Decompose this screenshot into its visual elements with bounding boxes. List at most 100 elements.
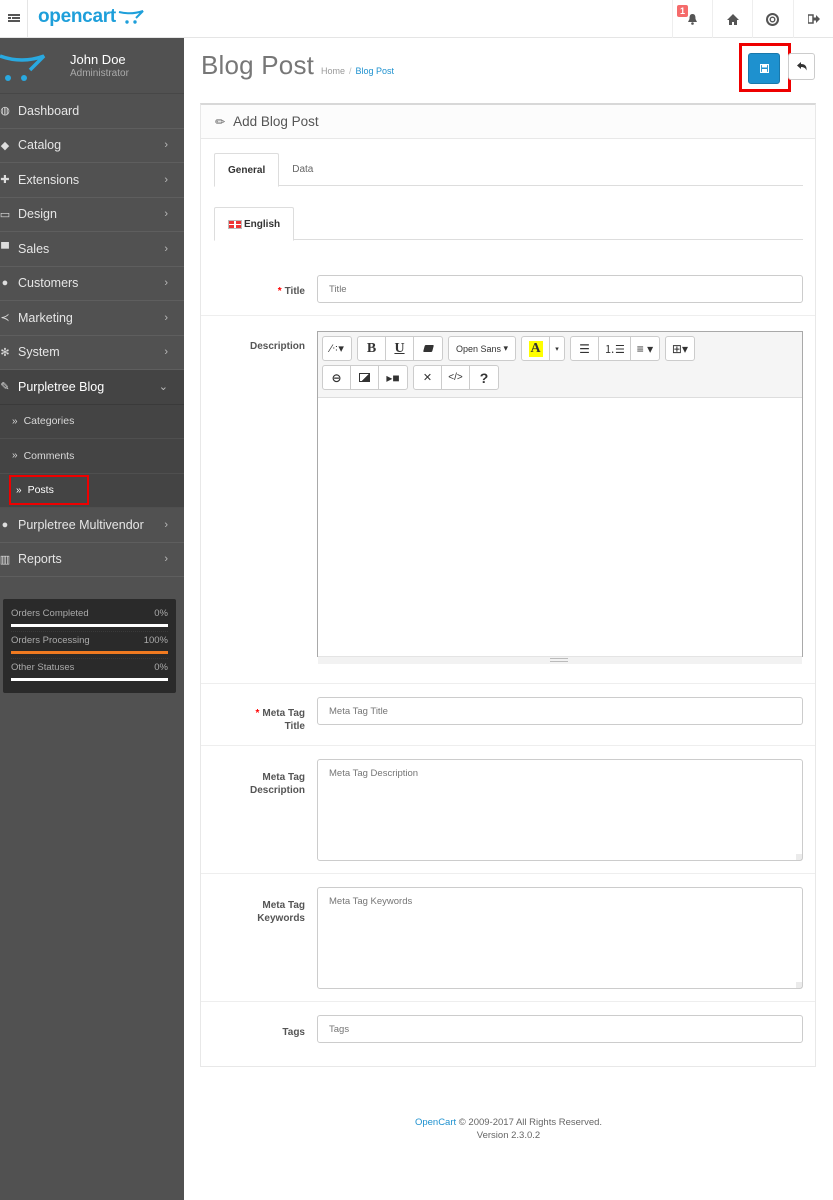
stat-label: Other Statuses [11,662,75,673]
stat-orders-processing: Orders Processing 100% [11,632,168,659]
resize-grip-icon[interactable] [796,982,802,988]
description-editor-area[interactable] [318,398,802,656]
meta-description-textarea[interactable] [317,759,803,861]
home-button[interactable] [712,0,752,38]
style-button[interactable]: ⁄⁖▾ [323,337,351,360]
menu-toggle-button[interactable] [0,0,28,38]
tab-general[interactable]: General [214,153,280,187]
picture-button[interactable] [351,366,379,389]
sidebar-item-purpletree-multivendor[interactable]: ● Purpletree Multivendor › [0,508,184,543]
link-icon: ⊖ [331,370,342,385]
logo-text: opencart [38,6,116,27]
bold-button[interactable]: B [358,337,386,360]
sidebar-subitem-label: Posts [27,484,54,497]
sidebar-item-extensions[interactable]: ✚ Extensions › [0,163,184,198]
sidebar-item-reports[interactable]: ▥ Reports › [0,543,184,577]
sidebar-item-purpletree-blog[interactable]: ✎ Purpletree Blog ⌄ [0,370,184,405]
underline-button[interactable]: U [386,337,414,360]
table-button[interactable]: ⊞▾ [666,337,694,360]
resize-handle[interactable] [550,658,568,662]
form-group-meta-description: Meta Tag Description [201,745,815,873]
tab-data[interactable]: Data [279,153,326,186]
fullscreen-icon: ✕ [422,372,433,384]
font-color-button[interactable]: A [522,337,551,360]
sidebar-item-marketing[interactable]: ≺ Marketing › [0,301,184,336]
help-button[interactable]: ? [470,366,498,389]
double-angle-right-icon: » [12,450,18,462]
notifications-button[interactable]: 1 [672,0,712,38]
top-header: opencart 1 [0,0,833,38]
chevron-right-icon: › [164,518,168,531]
save-button[interactable] [748,53,780,84]
help-icon: ? [479,369,489,386]
chevron-down-icon: ⌄ [158,381,168,394]
ordered-list-button[interactable]: ⒈☰ [599,337,631,360]
form-group-tags: Tags [201,1001,815,1067]
progress-bar [11,624,168,627]
user-profile[interactable]: John Doe Administrator [0,38,184,94]
bold-icon: B [366,340,377,356]
bar-chart-icon: ▥ [0,553,11,566]
underline-icon: U [394,340,405,356]
sidebar-item-system[interactable]: ✻ System › [0,336,184,370]
sidebar-item-dashboard[interactable]: ◍ Dashboard [0,94,184,129]
fullscreen-button[interactable]: ✕ [414,366,442,389]
font-color-icon: A [528,340,543,357]
unordered-list-icon: ☰ [579,341,590,356]
font-name: Open Sans [456,343,502,354]
cancel-button[interactable] [788,53,815,80]
label-text: Description [249,785,305,796]
sidebar-subitem-posts[interactable]: » Posts [0,473,184,508]
double-angle-right-icon: » [16,484,22,496]
editor-statusbar [318,656,802,664]
sidebar-subitem-comments[interactable]: » Comments [0,439,184,474]
color-dropdown-button[interactable]: ▾ [550,337,564,360]
progress-bar [11,651,168,654]
puzzle-icon: ✚ [0,174,10,187]
cart-icon: ▀ [1,242,9,255]
language-tabs: English [214,207,803,241]
stat-value: 0% [154,662,168,673]
opencart-logo[interactable]: opencart [38,6,144,28]
video-button[interactable]: ▸■ [379,366,407,389]
editor-toolbar: ⁄⁖▾ B U Open Sans ▾ A ▾ ☰ ⒈☰ ≡ ▾ ⊞▾ ⊖ ▸■… [318,332,802,398]
label-text: Title [284,721,305,732]
title-input[interactable] [317,275,803,303]
stat-label: Orders Completed [11,608,89,619]
required-asterisk: * [255,708,260,719]
breadcrumb-blog-post[interactable]: Blog Post [356,66,395,76]
sidebar-item-customers[interactable]: ● Customers › [0,267,184,301]
sidebar-item-label: Catalog [18,138,62,153]
tags-input[interactable] [317,1015,803,1043]
page-title: Blog Post [201,50,315,80]
breadcrumb-home[interactable]: Home [321,66,345,76]
chevron-right-icon: › [164,311,168,324]
meta-title-label: * Meta Tag Title [255,707,305,733]
clear-format-button[interactable] [414,337,442,360]
link-button[interactable]: ⊖ [323,366,351,389]
code-view-button[interactable]: </> [442,366,470,389]
logout-button[interactable] [793,0,833,38]
meta-title-input[interactable] [317,697,803,725]
sidebar-item-design[interactable]: ▭ Design › [0,198,184,232]
required-asterisk: * [277,286,282,297]
save-icon [759,64,769,73]
sidebar-item-catalog[interactable]: ◆ Catalog › [0,129,184,163]
opencart-link[interactable]: OpenCart [415,1117,456,1128]
tab-language-english[interactable]: English [214,207,295,241]
table-icon: ⊞▾ [671,341,688,356]
desktop-icon: ▭ [0,208,11,221]
support-button[interactable] [752,0,792,38]
stat-other-statuses: Other Statuses 0% [11,659,168,685]
unordered-list-button[interactable]: ☰ [571,337,600,360]
description-label: Description [249,341,305,352]
sidebar-item-label: Purpletree Multivendor [18,517,144,532]
paragraph-button[interactable]: ≡ ▾ [631,337,659,360]
progress-bar [11,678,168,681]
sidebar-subitem-categories[interactable]: » Categories [0,404,184,439]
sign-out-icon [807,14,820,24]
font-family-dropdown[interactable]: Open Sans ▾ [449,337,515,360]
resize-grip-icon[interactable] [796,854,802,860]
meta-keywords-textarea[interactable] [317,887,803,989]
sidebar-item-sales[interactable]: ▀ Sales › [0,232,184,267]
